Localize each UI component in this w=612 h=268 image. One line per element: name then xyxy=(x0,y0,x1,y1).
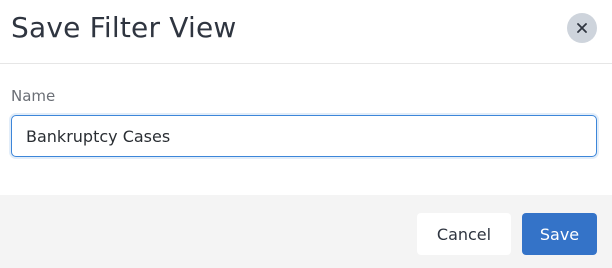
dialog-title: Save Filter View xyxy=(11,11,237,44)
save-button[interactable]: Save xyxy=(522,213,597,255)
dialog-body: Name xyxy=(0,65,612,195)
dialog-header: Save Filter View xyxy=(0,0,612,64)
name-label: Name xyxy=(11,87,56,105)
name-input[interactable] xyxy=(11,115,597,157)
dialog-footer: Cancel Save xyxy=(0,195,612,268)
close-button[interactable] xyxy=(567,13,597,43)
close-icon xyxy=(577,23,587,33)
save-filter-view-dialog: Save Filter View Name Cancel Save xyxy=(0,0,612,268)
cancel-button[interactable]: Cancel xyxy=(417,213,511,255)
